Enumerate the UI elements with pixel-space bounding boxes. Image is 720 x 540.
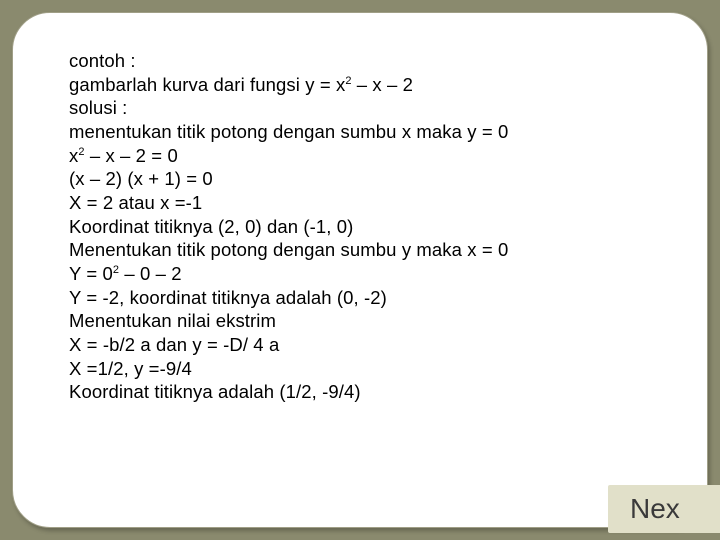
text-line: Y = 02 – 0 – 2 [69, 262, 659, 286]
text-line: X = -b/2 a dan y = -D/ 4 a [69, 333, 659, 357]
text-span: – x – 2 = 0 [85, 145, 178, 166]
text-span: – 0 – 2 [119, 263, 182, 284]
math-content: contoh : gambarlah kurva dari fungsi y =… [69, 49, 659, 404]
next-button-label: Nex [630, 493, 680, 525]
text-line: X = 2 atau x =-1 [69, 191, 659, 215]
text-line: Koordinat titiknya (2, 0) dan (-1, 0) [69, 215, 659, 239]
slide-card: contoh : gambarlah kurva dari fungsi y =… [12, 12, 708, 528]
text-line: gambarlah kurva dari fungsi y = x2 – x –… [69, 73, 659, 97]
text-line: X =1/2, y =-9/4 [69, 357, 659, 381]
next-button[interactable]: Nex [608, 485, 720, 533]
text-line: contoh : [69, 49, 659, 73]
text-span: gambarlah kurva dari fungsi y = x [69, 74, 345, 95]
text-span: x [69, 145, 78, 166]
text-line: Menentukan titik potong dengan sumbu y m… [69, 238, 659, 262]
text-span: – x – 2 [352, 74, 413, 95]
text-line: (x – 2) (x + 1) = 0 [69, 167, 659, 191]
text-line: solusi : [69, 96, 659, 120]
text-line: x2 – x – 2 = 0 [69, 144, 659, 168]
text-line: Menentukan nilai ekstrim [69, 309, 659, 333]
text-span: Y = 0 [69, 263, 113, 284]
text-line: Y = -2, koordinat titiknya adalah (0, -2… [69, 286, 659, 310]
text-line: Koordinat titiknya adalah (1/2, -9/4) [69, 380, 659, 404]
text-line: menentukan titik potong dengan sumbu x m… [69, 120, 659, 144]
